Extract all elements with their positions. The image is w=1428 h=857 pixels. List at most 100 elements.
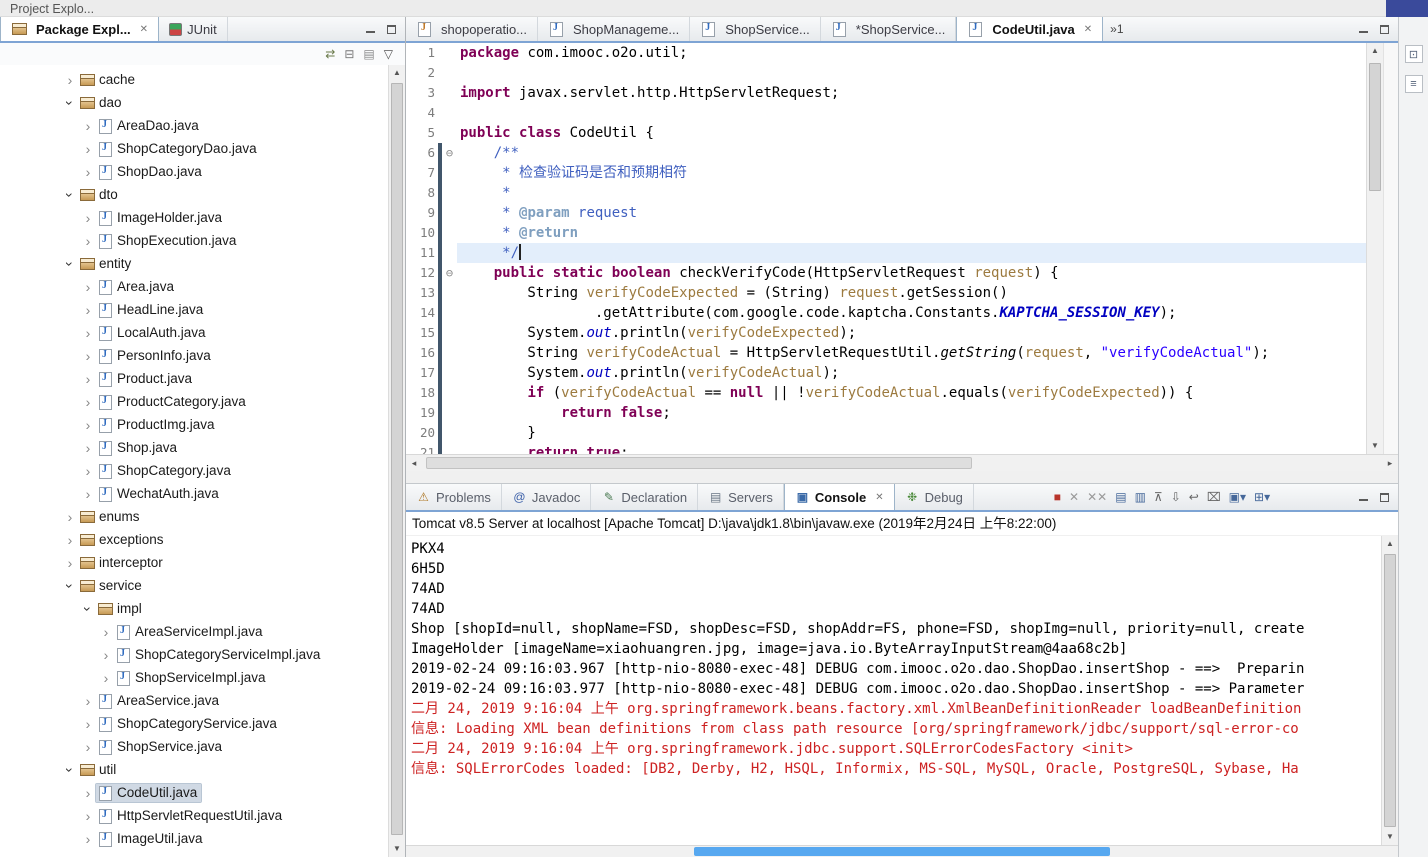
editor-tab[interactable]: CodeUtil.java ✕ — [956, 17, 1104, 41]
expand-arrow-icon[interactable]: › — [80, 786, 96, 800]
view-tab-javadoc[interactable]: @ Javadoc — [502, 484, 592, 510]
expand-arrow-icon[interactable]: › — [80, 441, 96, 455]
display-console-menu-icon[interactable]: ▣▾ — [1229, 491, 1246, 503]
pin-console-icon[interactable]: ⊼ — [1154, 491, 1163, 503]
filters-icon[interactable]: ▤ — [363, 48, 374, 60]
expand-arrow-icon[interactable]: › — [80, 280, 96, 294]
expand-arrow-icon[interactable]: › — [62, 762, 78, 778]
code-line[interactable]: 9 * @param request — [406, 203, 1366, 223]
scrollbar-thumb[interactable] — [1384, 554, 1396, 827]
scroll-down-icon[interactable]: ▼ — [389, 841, 405, 857]
expand-arrow-icon[interactable]: › — [62, 256, 78, 272]
code-line[interactable]: 2 — [406, 63, 1366, 83]
tree-item[interactable]: › AreaService.java — [0, 689, 388, 712]
code-line[interactable]: 13 String verifyCodeExpected = (String) … — [406, 283, 1366, 303]
tree-item[interactable]: › ProductCategory.java — [0, 390, 388, 413]
fold-collapse-icon[interactable]: ⊖ — [442, 263, 457, 283]
tree-item[interactable]: › AreaDao.java — [0, 114, 388, 137]
code-line[interactable]: 16 String verifyCodeActual = HttpServlet… — [406, 343, 1366, 363]
tab-package-explorer[interactable]: Package Expl... ✕ — [0, 17, 160, 41]
code-line[interactable]: 17 System.out.println(verifyCodeActual); — [406, 363, 1366, 383]
expand-arrow-icon[interactable]: › — [80, 395, 96, 409]
tree-item[interactable]: › entity — [0, 252, 388, 275]
tree-item[interactable]: › CodeUtil.java — [0, 781, 388, 804]
clear-console-icon[interactable]: ⌧ — [1207, 491, 1221, 503]
maximize-icon[interactable] — [1379, 492, 1390, 503]
tree-item[interactable]: › LocalAuth.java — [0, 321, 388, 344]
editor-tab[interactable]: ShopManageme... — [538, 17, 691, 41]
expand-arrow-icon[interactable]: › — [98, 648, 114, 662]
expand-arrow-icon[interactable]: › — [80, 211, 96, 225]
scrollbar-thumb[interactable] — [426, 457, 972, 469]
scroll-down-icon[interactable]: ▼ — [1367, 438, 1383, 454]
expand-arrow-icon[interactable]: › — [80, 601, 96, 617]
tree-item[interactable]: › Shop.java — [0, 436, 388, 459]
expand-arrow-icon[interactable]: › — [80, 142, 96, 156]
show-console-stdout-icon[interactable]: ▤ — [1115, 491, 1126, 503]
overview-ruler[interactable] — [1383, 43, 1398, 454]
code-line[interactable]: 4 — [406, 103, 1366, 123]
tree-item[interactable]: › WechatAuth.java — [0, 482, 388, 505]
expand-arrow-icon[interactable]: › — [98, 625, 114, 639]
console-horizontal-scrollbar[interactable] — [406, 845, 1398, 857]
tree-item[interactable]: › ShopCategoryDao.java — [0, 137, 388, 160]
remove-all-terminated-icon[interactable]: ✕✕ — [1087, 491, 1107, 503]
tab-project-explorer[interactable]: Project Explo... — [0, 1, 104, 16]
tree-item[interactable]: › dto — [0, 183, 388, 206]
tree-item[interactable]: › dao — [0, 91, 388, 114]
tree-item[interactable]: › PersonInfo.java — [0, 344, 388, 367]
code-line[interactable]: 11 */ — [406, 243, 1366, 263]
close-icon[interactable]: ✕ — [1084, 24, 1092, 35]
close-icon[interactable]: ✕ — [875, 492, 883, 503]
expand-arrow-icon[interactable]: › — [80, 809, 96, 823]
tree-item[interactable]: › impl — [0, 597, 388, 620]
code-line[interactable]: 3 import javax.servlet.http.HttpServletRe… — [406, 83, 1366, 103]
code-line[interactable]: 10 * @return — [406, 223, 1366, 243]
expand-arrow-icon[interactable]: › — [98, 671, 114, 685]
scroll-right-icon[interactable]: ▸ — [1382, 455, 1398, 471]
editor-tab[interactable]: *ShopService... — [821, 17, 957, 41]
expand-arrow-icon[interactable]: › — [80, 717, 96, 731]
restore-view-icon[interactable]: ⊡ — [1404, 45, 1423, 63]
close-icon[interactable]: ✕ — [140, 24, 148, 35]
code-line[interactable]: 15 System.out.println(verifyCodeExpected… — [406, 323, 1366, 343]
open-console-menu-icon[interactable]: ⊞▾ — [1254, 491, 1270, 503]
view-tab-problems[interactable]: ⚠ Problems — [406, 484, 502, 510]
view-tab-servers[interactable]: ▤ Servers — [698, 484, 784, 510]
scroll-left-icon[interactable]: ◂ — [406, 455, 422, 471]
view-menu-icon[interactable]: ▽ — [384, 48, 393, 60]
scroll-down-icon[interactable]: ▼ — [1382, 829, 1398, 845]
code-line[interactable]: 12 ⊖ public static boolean checkVerifyCod… — [406, 263, 1366, 283]
code-line[interactable]: 5 public class CodeUtil { — [406, 123, 1366, 143]
word-wrap-icon[interactable]: ↩ — [1189, 491, 1199, 503]
view-tab-declaration[interactable]: ✎ Declaration — [591, 484, 699, 510]
expand-arrow-icon[interactable]: › — [62, 556, 78, 570]
tree-item[interactable]: › enums — [0, 505, 388, 528]
expand-arrow-icon[interactable]: › — [62, 187, 78, 203]
expand-arrow-icon[interactable]: › — [62, 578, 78, 594]
code-line[interactable]: 21 return true; — [406, 443, 1366, 454]
expand-arrow-icon[interactable]: › — [62, 510, 78, 524]
tree-item[interactable]: › ShopDao.java — [0, 160, 388, 183]
remove-launch-icon[interactable]: ✕ — [1069, 491, 1079, 503]
code-line[interactable]: 14 .getAttribute(com.google.code.kaptcha… — [406, 303, 1366, 323]
view-tab-console[interactable]: ▣ Console ✕ — [783, 484, 895, 510]
tree-item[interactable]: › exceptions — [0, 528, 388, 551]
expand-arrow-icon[interactable]: › — [80, 303, 96, 317]
editor-tab[interactable]: ShopService... — [690, 17, 821, 41]
tree-item[interactable]: › Area.java — [0, 275, 388, 298]
maximize-icon[interactable] — [386, 24, 397, 35]
expand-arrow-icon[interactable]: › — [62, 533, 78, 547]
tree-item[interactable]: › HttpServletRequestUtil.java — [0, 804, 388, 827]
expand-arrow-icon[interactable]: › — [62, 73, 78, 87]
tree-item[interactable]: › service — [0, 574, 388, 597]
code-line[interactable]: 1 package com.imooc.o2o.util; — [406, 43, 1366, 63]
console-output[interactable]: PKX4 6H5D 74AD 74AD Shop [shopId=null, shopN… — [406, 536, 1381, 845]
scrollbar-thumb[interactable] — [693, 847, 1111, 856]
scroll-lock-icon[interactable]: ⇩ — [1171, 491, 1181, 503]
scrollbar-thumb[interactable] — [391, 83, 403, 835]
tree-item[interactable]: › util — [0, 758, 388, 781]
expand-arrow-icon[interactable]: › — [80, 832, 96, 846]
collapse-all-icon[interactable]: ⊟ — [344, 48, 354, 60]
code-area[interactable]: 1 package com.imooc.o2o.util; 2 3 import jav… — [406, 43, 1366, 454]
